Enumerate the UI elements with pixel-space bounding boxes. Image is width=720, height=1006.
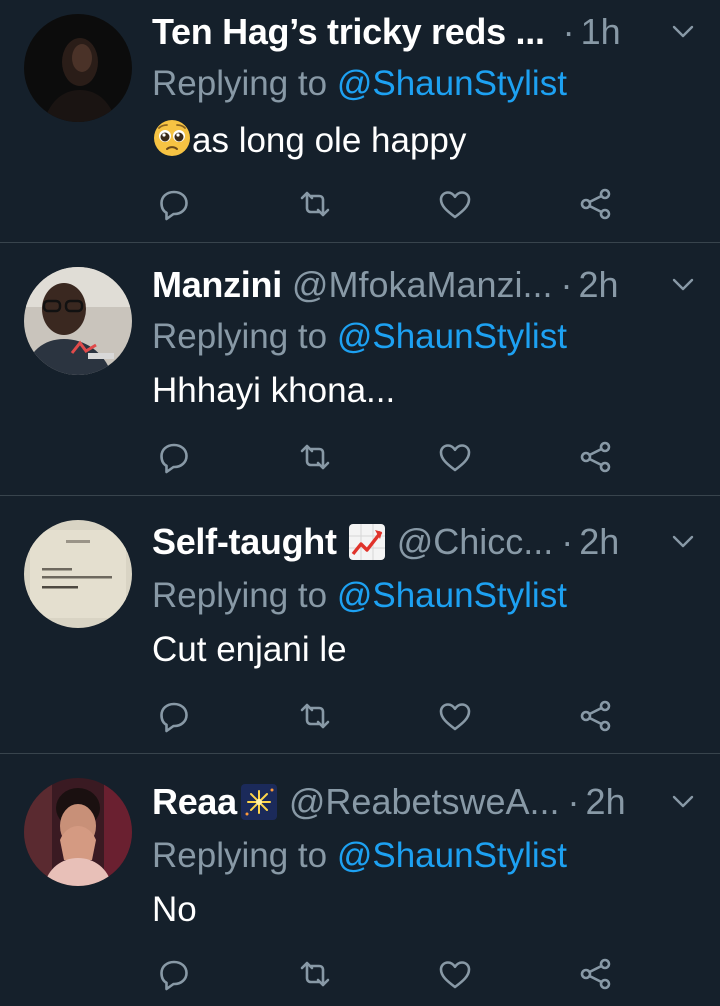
chevron-down-icon[interactable] xyxy=(670,273,696,295)
replying-to-label: Replying to xyxy=(152,836,328,875)
avatar[interactable] xyxy=(24,778,132,886)
tweet-text: Cut enjani le xyxy=(152,630,347,669)
fireworks-emoji xyxy=(239,782,279,822)
avatar[interactable] xyxy=(24,520,132,628)
mention-link[interactable]: @ShaunStylist xyxy=(337,836,567,875)
replying-to-label: Replying to xyxy=(152,317,328,356)
chevron-down-icon[interactable] xyxy=(670,530,696,552)
tweet-card[interactable]: Reaa @ReabetsweA... · 2h Replying to @Sh… xyxy=(0,754,720,1006)
reply-icon[interactable] xyxy=(154,696,194,736)
share-icon[interactable] xyxy=(576,696,616,736)
woman-hands-face-avatar xyxy=(24,778,132,886)
separator-dot: · xyxy=(561,521,574,562)
heart-icon[interactable] xyxy=(435,184,475,224)
tweet-text: Hhhayi khona... xyxy=(152,371,396,410)
pleading-face-emoji xyxy=(152,118,192,158)
tweet-card[interactable]: Ten Hag’s tricky reds ... · 1h Replying … xyxy=(0,0,720,243)
timestamp[interactable]: 2h xyxy=(579,265,619,305)
replying-to: Replying to @ShaunStylist xyxy=(152,64,567,104)
book-page-avatar xyxy=(24,520,132,628)
tweet-text: No xyxy=(152,890,197,929)
display-name[interactable]: Self-taught xyxy=(152,522,337,562)
reply-icon[interactable] xyxy=(154,437,194,477)
display-name[interactable]: Manzini xyxy=(152,265,282,305)
retweet-icon[interactable] xyxy=(295,954,335,994)
replying-to: Replying to @ShaunStylist xyxy=(152,836,567,876)
chart-increasing-emoji xyxy=(347,522,387,562)
tweet-actions xyxy=(152,696,632,736)
replying-to-label: Replying to xyxy=(152,64,328,103)
separator-dot: · xyxy=(560,264,573,305)
separator-dot: · xyxy=(567,781,580,822)
display-name[interactable]: Ten Hag’s tricky reds ... xyxy=(152,12,545,52)
timestamp[interactable]: 1h xyxy=(581,12,621,52)
tweet-actions xyxy=(152,437,632,477)
heart-icon[interactable] xyxy=(435,954,475,994)
mention-link[interactable]: @ShaunStylist xyxy=(337,64,567,103)
share-icon[interactable] xyxy=(576,954,616,994)
share-icon[interactable] xyxy=(576,184,616,224)
mention-link[interactable]: @ShaunStylist xyxy=(337,317,567,356)
dark-portrait-avatar xyxy=(24,14,132,122)
timestamp[interactable]: 2h xyxy=(586,782,626,822)
user-handle[interactable]: @MfokaManzi... xyxy=(292,265,553,305)
tweet-actions xyxy=(152,954,632,994)
replying-to: Replying to @ShaunStylist xyxy=(152,576,567,616)
display-name[interactable]: Reaa xyxy=(152,782,237,822)
tweet-text: as long ole happy xyxy=(152,118,466,161)
timestamp[interactable]: 2h xyxy=(579,522,619,562)
heart-icon[interactable] xyxy=(435,437,475,477)
separator-dot: · xyxy=(562,11,575,52)
tweet-card[interactable]: Self-taught @Chicc... · 2h Replying to @… xyxy=(0,496,720,754)
tweet-text-content: as long ole happy xyxy=(192,121,467,160)
mention-link[interactable]: @ShaunStylist xyxy=(337,576,567,615)
user-handle[interactable]: @ReabetsweA... xyxy=(289,782,560,822)
reply-icon[interactable] xyxy=(154,184,194,224)
retweet-icon[interactable] xyxy=(295,437,335,477)
man-glasses-avatar xyxy=(24,267,132,375)
reply-icon[interactable] xyxy=(154,954,194,994)
replying-to-label: Replying to xyxy=(152,576,328,615)
user-handle[interactable]: @Chicc... xyxy=(397,522,554,562)
replying-to: Replying to @ShaunStylist xyxy=(152,317,567,357)
avatar[interactable] xyxy=(24,14,132,122)
chevron-down-icon[interactable] xyxy=(670,20,696,42)
tweet-actions xyxy=(152,184,632,224)
chevron-down-icon[interactable] xyxy=(670,790,696,812)
share-icon[interactable] xyxy=(576,437,616,477)
heart-icon[interactable] xyxy=(435,696,475,736)
retweet-icon[interactable] xyxy=(295,696,335,736)
tweet-card[interactable]: Manzini @MfokaManzi... · 2h Replying to … xyxy=(0,243,720,496)
retweet-icon[interactable] xyxy=(295,184,335,224)
avatar[interactable] xyxy=(24,267,132,375)
reply-timeline: Ten Hag’s tricky reds ... · 1h Replying … xyxy=(0,0,720,1006)
